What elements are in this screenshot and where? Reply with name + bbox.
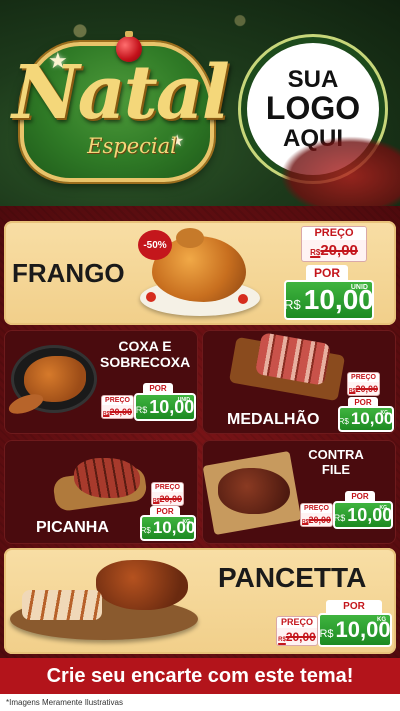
product-name-pancetta: PANCETTA (218, 562, 367, 593)
disclaimer-text: *Imagens Meramente Ilustrativas (6, 698, 123, 707)
currency: R$ (333, 512, 346, 523)
por-label-frango: POR (306, 265, 348, 281)
old-price: R$20,00 (152, 492, 183, 505)
old-value: 20,00 (308, 515, 331, 525)
product-name-coxa: COXA E SOBRECOXA (100, 338, 190, 370)
logo-placeholder-inner: SUA LOGO AQUI (247, 43, 379, 175)
preco-label: PREÇO (277, 617, 317, 628)
old-value: 20,00 (355, 384, 378, 394)
old-currency: R$ (310, 248, 321, 257)
logo-placeholder: SUA LOGO AQUI (238, 34, 388, 184)
new-price-tag-picanha: R$ 10,00 KG (140, 515, 196, 541)
product-name-contra-file: CONTRA FILE (304, 447, 368, 478)
natal-especial-logo: ★ ★ Natal Especial (12, 30, 230, 190)
old-price-tag-frango: PREÇO R$20,00 (301, 226, 367, 262)
name-line-2: SOBRECOXA (100, 354, 191, 371)
unit: KG (379, 505, 388, 511)
old-price-tag-coxa: PREÇO R$20,00 (101, 395, 134, 419)
cta-banner-text: Crie seu encarte com este tema! (46, 664, 354, 687)
tomato-icon (146, 292, 156, 302)
sliced-pancetta-illustration (22, 590, 102, 620)
por-label-pancetta: POR (326, 600, 382, 614)
new-price-tag-frango: R$ 10,00 UNID (284, 280, 374, 320)
new-price-tag-medalhao: R$ 10,00 KG (338, 406, 394, 432)
header: ★ ★ Natal Especial SUA LOGO AQUI (0, 0, 400, 206)
logo-line-1: SUA (287, 66, 339, 94)
logo-line-3: AQUI (283, 124, 343, 152)
currency: R$ (319, 627, 334, 640)
unit: KG (182, 519, 191, 525)
new-price-tag-pancetta: R$ 10,00 KG (318, 613, 392, 647)
old-value: 20,00 (109, 407, 132, 417)
tomato-icon (238, 294, 248, 304)
old-price: R$20,00 (302, 240, 366, 261)
especial-subtitle: Especial (87, 134, 177, 158)
old-value: 20,00 (159, 494, 182, 504)
preco-label: PREÇO (302, 227, 366, 240)
old-price-tag-pancetta: PREÇO R$20,00 (276, 616, 318, 646)
name-line-1: COXA E (118, 338, 172, 354)
old-price-tag-contra-file: PREÇO R$20,00 (300, 503, 333, 527)
currency: R$ (140, 526, 151, 535)
footer: *Imagens Meramente Ilustrativas (0, 694, 400, 711)
cta-banner: Crie seu encarte com este tema! (0, 658, 400, 694)
old-currency: R$ (278, 637, 286, 643)
product-name-frango: FRANGO (12, 258, 125, 288)
old-price-tag-picanha: PREÇO R$20,00 (151, 482, 184, 506)
old-value: 20,00 (285, 630, 316, 644)
new-price-tag-contra-file: R$ 10,00 KG (333, 501, 393, 529)
logo-line-2: LOGO (265, 90, 361, 127)
chicken-leg-illustration (176, 228, 204, 248)
old-price: R$20,00 (277, 628, 317, 645)
preco-label: PREÇO (348, 373, 379, 382)
product-name-medalhao: MEDALHÃO (227, 411, 320, 428)
old-price: R$20,00 (301, 513, 332, 526)
pancetta-roll-illustration (96, 560, 188, 610)
preco-label: PREÇO (301, 504, 332, 513)
preco-label: PREÇO (152, 483, 183, 492)
unit: KG (380, 410, 389, 416)
product-name-picanha: PICANHA (36, 519, 109, 536)
new-price-tag-coxa: R$ 10,00 UNID (134, 393, 196, 421)
old-value: 20,00 (320, 242, 358, 259)
old-price: R$20,00 (102, 405, 133, 418)
currency: R$ (135, 404, 148, 415)
old-price-tag-medalhao: PREÇO R$20,00 (347, 372, 380, 396)
currency: R$ (284, 296, 301, 312)
old-price: R$20,00 (348, 382, 379, 395)
unit: UNID (350, 284, 368, 291)
grilled-steak-illustration (218, 468, 290, 514)
name-line-2: FILE (321, 461, 351, 477)
natal-title: Natal (12, 50, 230, 136)
sliced-picanha-illustration (74, 458, 140, 498)
preco-label: PREÇO (102, 396, 133, 405)
discount-badge: -50% (138, 230, 172, 260)
currency: R$ (338, 417, 349, 426)
unit: KG (377, 617, 386, 623)
name-line-1: CONTRA (308, 447, 364, 462)
unit: UNID (177, 397, 190, 403)
